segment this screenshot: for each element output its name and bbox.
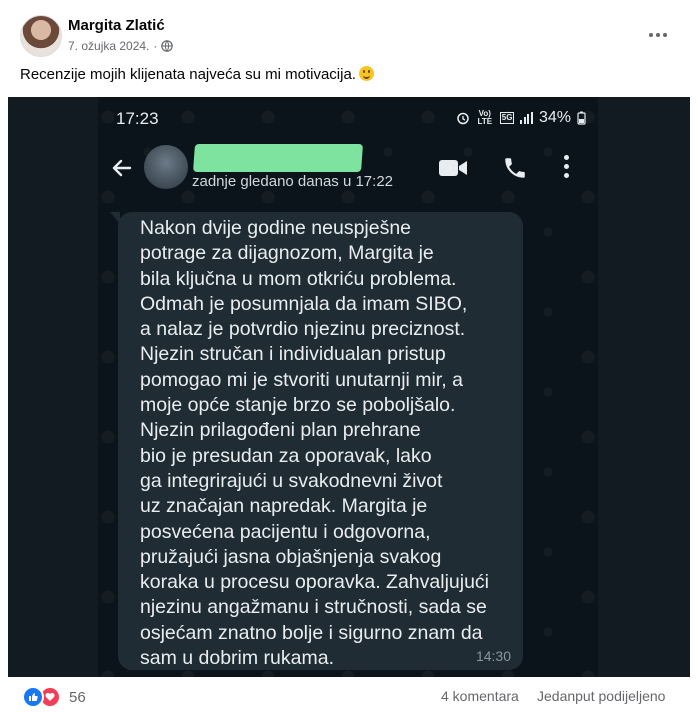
author-avatar[interactable] — [20, 15, 62, 57]
post-image-chat-screenshot[interactable]: 17:23 Vo) LTE 5G 34% zadnje gledano dana… — [8, 97, 690, 677]
post-meta: 7. ožujka 2024. · — [68, 39, 174, 53]
phone-call-icon[interactable] — [502, 155, 528, 181]
comments-link[interactable]: 4 komentara — [441, 688, 519, 704]
facebook-post: Margita Zlatić 7. ožujka 2024. · Recenzi… — [0, 0, 698, 712]
network-label: Vo) LTE — [477, 109, 493, 126]
alarm-icon — [457, 112, 469, 125]
globe-icon — [161, 40, 174, 52]
video-call-icon[interactable] — [438, 158, 468, 178]
message-text: Nakon dvije godine neuspješne potrage za… — [140, 217, 490, 670]
chat-header: zadnje gledano danas u 17:22 — [98, 141, 598, 201]
post-date[interactable]: 7. ožujka 2024. — [68, 39, 149, 53]
image-border-left — [8, 97, 98, 677]
signal-icon — [520, 112, 533, 124]
network-type: 5G — [499, 112, 515, 124]
reactions-summary[interactable]: 56 — [22, 686, 86, 708]
chat-menu-icon[interactable] — [564, 155, 570, 182]
more-options-icon[interactable] — [644, 21, 672, 49]
like-icon — [22, 686, 44, 708]
post-body: Recenzije mojih klijenata najveća su mi … — [20, 66, 356, 83]
last-seen: zadnje gledano danas u 17:22 — [192, 173, 394, 190]
shares-link[interactable]: Jedanput podijeljeno — [537, 688, 665, 704]
author-name[interactable]: Margita Zlatić — [68, 17, 165, 34]
image-border-right — [598, 97, 690, 677]
message-time: 14:30 — [475, 648, 511, 664]
status-time: 17:23 — [116, 109, 159, 128]
battery-text: 34% — [538, 109, 571, 126]
status-icons: Vo) LTE 5G 34% — [456, 109, 586, 127]
smiling-face-emoji-icon — [358, 66, 374, 81]
post-text: Recenzije mojih klijenata najveća su mi … — [20, 66, 374, 83]
redacted-contact-name — [193, 144, 363, 172]
battery-icon — [577, 111, 586, 125]
contact-avatar[interactable] — [144, 145, 188, 189]
message-bubble: Nakon dvije godine neuspješne potrage za… — [110, 212, 523, 670]
meta-separator: · — [153, 39, 158, 53]
reaction-count: 56 — [69, 688, 86, 706]
phone-status-bar: 17:23 Vo) LTE 5G 34% — [116, 109, 586, 131]
back-arrow-icon[interactable] — [110, 156, 134, 180]
